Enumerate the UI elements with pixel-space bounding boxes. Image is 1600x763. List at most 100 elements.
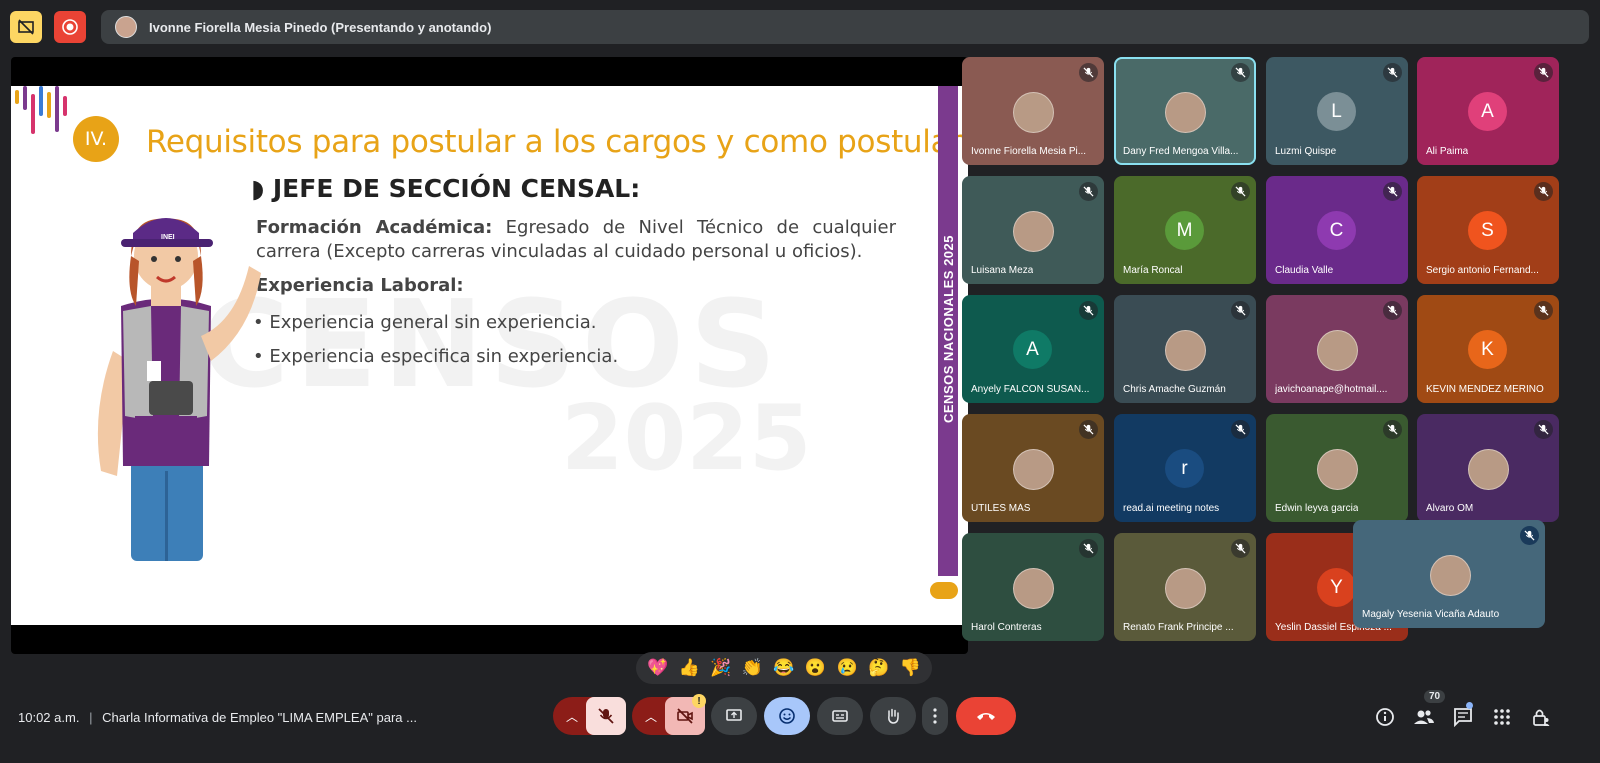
participant-tile[interactable]: ÚTILES MÁS bbox=[962, 414, 1104, 522]
activities-button[interactable] bbox=[1490, 705, 1514, 729]
mic-off-icon bbox=[1231, 63, 1250, 82]
people-button[interactable] bbox=[1412, 705, 1436, 729]
presentation-off-icon bbox=[18, 19, 34, 35]
reaction-emoji[interactable]: 💖 bbox=[647, 658, 668, 678]
participant-photo bbox=[1165, 92, 1206, 133]
participant-tile[interactable]: javichoanape@hotmail.... bbox=[1266, 295, 1408, 403]
presenting-banner: Ivonne Fiorella Mesia Pinedo (Presentand… bbox=[101, 10, 1589, 44]
participant-tile[interactable]: Luisana Meza bbox=[962, 176, 1104, 284]
mic-off-icon bbox=[598, 708, 614, 724]
participant-name: Chris Amache Guzmán bbox=[1123, 384, 1226, 395]
slide-page-indicator bbox=[930, 582, 958, 599]
participant-tile[interactable]: Dany Fred Mengoa Villa... bbox=[1114, 57, 1256, 165]
mic-off-icon bbox=[1079, 539, 1098, 558]
mic-off-icon bbox=[1520, 526, 1539, 545]
participant-photo bbox=[1468, 449, 1509, 490]
reaction-emoji[interactable]: 😮 bbox=[805, 658, 826, 678]
presenter-label: Ivonne Fiorella Mesia Pinedo (Presentand… bbox=[149, 19, 492, 35]
presentation-off-button[interactable] bbox=[10, 11, 42, 43]
experiencia-label: Experiencia Laboral: bbox=[256, 275, 464, 296]
participant-avatar: S bbox=[1468, 211, 1507, 250]
participant-tile[interactable]: A Anyely FALCON SUSAN... bbox=[962, 295, 1104, 403]
meeting-title: Charla Informativa de Empleo "LIMA EMPLE… bbox=[102, 710, 417, 725]
participant-tile[interactable]: Ivonne Fiorella Mesia Pi... bbox=[962, 57, 1104, 165]
reaction-emoji[interactable]: 😂 bbox=[773, 658, 794, 678]
mic-off-icon bbox=[1231, 539, 1250, 558]
reaction-emoji[interactable]: 👏 bbox=[742, 658, 763, 678]
slide: CENSOS 2025 IV. Requisitos para postular… bbox=[11, 86, 968, 625]
participant-tile[interactable]: r read.ai meeting notes bbox=[1114, 414, 1256, 522]
mic-off-icon bbox=[1534, 420, 1553, 439]
presentation-stage[interactable]: CENSOS 2025 IV. Requisitos para postular… bbox=[11, 57, 968, 654]
watermark-year: 2025 bbox=[561, 386, 812, 491]
mic-off-icon bbox=[1383, 182, 1402, 201]
participant-tile[interactable]: Edwin leyva garcia bbox=[1266, 414, 1408, 522]
mic-off-icon bbox=[1079, 63, 1098, 82]
reaction-emoji[interactable]: 🤔 bbox=[868, 658, 889, 678]
info-icon bbox=[1376, 708, 1394, 726]
participant-photo bbox=[1013, 449, 1054, 490]
host-controls-button[interactable] bbox=[1529, 705, 1553, 729]
participant-name: Sergio antonio Fernand... bbox=[1426, 265, 1539, 276]
hand-icon bbox=[888, 708, 899, 724]
mic-off-icon bbox=[1079, 301, 1098, 320]
leave-call-button[interactable] bbox=[956, 697, 1016, 735]
mic-off-icon bbox=[1231, 182, 1250, 201]
participant-tile[interactable]: C Claudia Valle bbox=[1266, 176, 1408, 284]
participant-photo bbox=[1165, 330, 1206, 371]
floating-participant-tile[interactable]: Magaly Yesenia Vicaña Adauto bbox=[1353, 520, 1545, 628]
bullet-item: • Experiencia general sin experiencia. bbox=[253, 312, 597, 333]
side-band-text: CENSOS NACIONALES 2025 bbox=[940, 235, 956, 423]
recording-button[interactable] bbox=[54, 11, 86, 43]
microphone-toggle-button[interactable] bbox=[586, 697, 626, 735]
participant-avatar: A bbox=[1013, 330, 1052, 369]
present-screen-button[interactable] bbox=[711, 697, 757, 735]
participant-name: Ali Paima bbox=[1426, 146, 1469, 157]
chat-notification-dot bbox=[1466, 702, 1473, 709]
participant-name: Luzmi Quispe bbox=[1275, 146, 1337, 157]
section-number-badge: IV. bbox=[73, 116, 119, 162]
reaction-emoji[interactable]: 👍 bbox=[679, 658, 700, 678]
participant-tile[interactable]: S Sergio antonio Fernand... bbox=[1417, 176, 1559, 284]
participant-photo bbox=[1013, 568, 1054, 609]
more-options-button[interactable] bbox=[922, 697, 948, 735]
participant-name: María Roncal bbox=[1123, 265, 1183, 276]
slide-title: Requisitos para postular a los cargos y … bbox=[146, 124, 968, 160]
participant-tile[interactable]: Renato Frank Principe ... bbox=[1114, 533, 1256, 641]
reaction-emoji[interactable]: 👎 bbox=[900, 658, 921, 678]
chat-button[interactable] bbox=[1451, 705, 1475, 729]
formacion-paragraph: Formación Académica: Egresado de Nivel T… bbox=[256, 216, 896, 264]
participant-tile[interactable]: Harol Contreras bbox=[962, 533, 1104, 641]
participant-avatar: Y bbox=[1317, 568, 1356, 607]
participant-tile[interactable]: K KEVIN MENDEZ MERINO bbox=[1417, 295, 1559, 403]
mic-off-icon bbox=[1383, 63, 1402, 82]
participant-avatar: A bbox=[1468, 92, 1507, 131]
mic-off-icon bbox=[1383, 420, 1402, 439]
participant-tile[interactable]: A Ali Paima bbox=[1417, 57, 1559, 165]
reaction-emoji[interactable]: 🎉 bbox=[710, 658, 731, 678]
participant-name: javichoanape@hotmail.... bbox=[1275, 384, 1388, 395]
captions-icon bbox=[832, 710, 848, 722]
people-icon bbox=[1414, 710, 1434, 724]
participant-tile[interactable]: Chris Amache Guzmán bbox=[1114, 295, 1256, 403]
participant-avatar: K bbox=[1468, 330, 1507, 369]
captions-button[interactable] bbox=[817, 697, 863, 735]
reactions-bar: 💖 👍 🎉 👏 😂 😮 😢 🤔 👎 bbox=[636, 652, 932, 684]
raise-hand-button[interactable] bbox=[870, 697, 916, 735]
participant-photo bbox=[1317, 330, 1358, 371]
participant-tile[interactable]: M María Roncal bbox=[1114, 176, 1256, 284]
meeting-info-button[interactable] bbox=[1373, 705, 1397, 729]
reactions-button[interactable] bbox=[764, 697, 810, 735]
decorative-bars bbox=[15, 90, 19, 104]
reaction-emoji[interactable]: 😢 bbox=[836, 658, 857, 678]
lock-person-icon bbox=[1533, 709, 1550, 726]
census-worker-illustration bbox=[97, 218, 261, 561]
participant-name: Edwin leyva garcia bbox=[1275, 503, 1359, 514]
participant-tile[interactable]: L Luzmi Quispe bbox=[1266, 57, 1408, 165]
participant-avatar: r bbox=[1165, 449, 1204, 488]
bullet-item: • Experiencia especifica sin experiencia… bbox=[253, 346, 619, 367]
mic-off-icon bbox=[1534, 63, 1553, 82]
participant-name: Harol Contreras bbox=[971, 622, 1042, 633]
participant-name: Renato Frank Principe ... bbox=[1123, 622, 1234, 633]
participant-tile[interactable]: Álvaro OM bbox=[1417, 414, 1559, 522]
